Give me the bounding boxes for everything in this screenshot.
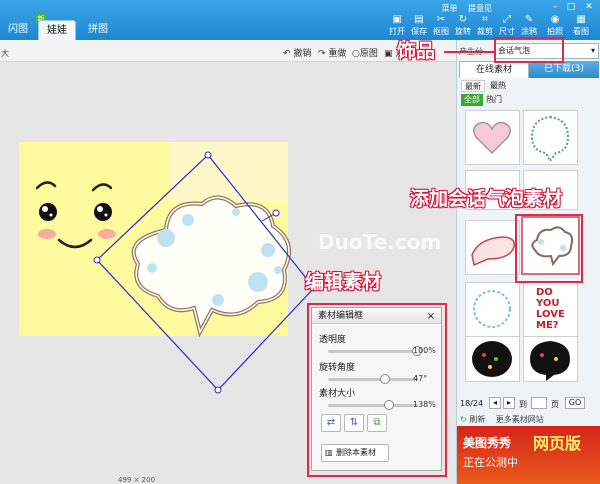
more-sites-link[interactable]: 更多素材网站 <box>496 415 544 424</box>
annotation-accessory: 饰品 <box>397 40 436 62</box>
delete-material-button[interactable]: ▥ 删除本素材 <box>321 444 389 462</box>
page-input[interactable] <box>531 397 547 409</box>
image-size-readout: 499 × 200 <box>118 476 156 484</box>
rotate-handle[interactable] <box>272 209 280 217</box>
round-bubble-icon <box>473 290 511 328</box>
heart-bubble-icon <box>473 121 511 155</box>
flip-horizontal-icon: ⇄ <box>326 417 336 428</box>
sub-latest[interactable]: 最新 <box>461 80 485 92</box>
flip-vertical-button[interactable]: ⇅ <box>344 414 364 432</box>
sub-hot[interactable]: 最热 <box>487 80 509 92</box>
goto-label: 到 <box>519 400 527 409</box>
filter-all[interactable]: 全部 <box>461 94 483 106</box>
refresh-row: ↻ 刷新 更多素材网站 <box>460 414 544 425</box>
material-thumb[interactable] <box>465 336 520 382</box>
next-page-button[interactable]: ▸ <box>503 397 515 409</box>
annotation-connector <box>444 51 494 53</box>
arrow-bubble-icon <box>471 236 515 267</box>
annotation-box-category <box>494 37 564 63</box>
refresh-link[interactable]: 刷新 <box>469 415 485 424</box>
annotation-edit-material: 编辑素材 <box>305 271 382 293</box>
black-bubble-icon <box>530 341 570 381</box>
love-text-sticker: DO YOU LOVE ME? <box>536 287 565 331</box>
size-slider[interactable] <box>328 400 418 410</box>
trash-icon: ▥ <box>325 448 333 457</box>
pagination: 18/24 ◂ ▸ 到 页 GO <box>457 395 600 413</box>
rotate-slider[interactable] <box>328 374 418 384</box>
slider-knob[interactable] <box>380 374 390 384</box>
rotate-value: 47° <box>413 374 428 383</box>
opacity-slider[interactable] <box>328 346 422 356</box>
flip-vertical-icon: ⇅ <box>349 417 359 428</box>
close-icon[interactable]: × <box>427 309 435 325</box>
refresh-icon: ↻ <box>460 415 467 424</box>
opacity-label: 透明度 <box>319 335 347 345</box>
page-indicator: 18/24 <box>460 399 484 408</box>
dialog-title: 素材编辑框 <box>318 311 364 321</box>
size-label: 素材大小 <box>319 389 356 399</box>
chevron-down-icon: ▾ <box>590 46 595 55</box>
tab-online-material[interactable]: 在线素材 <box>459 61 529 78</box>
material-thumb[interactable]: DO YOU LOVE ME? <box>523 282 578 337</box>
page-unit: 页 <box>551 400 559 409</box>
opacity-value: 100% <box>413 346 436 355</box>
flip-horizontal-button[interactable]: ⇄ <box>321 414 341 432</box>
dialog-header: 素材编辑框 × <box>312 308 441 324</box>
resize-handle[interactable] <box>204 151 212 159</box>
resize-handle[interactable] <box>93 256 101 264</box>
material-thumb[interactable] <box>523 336 578 382</box>
material-thumb[interactable] <box>465 110 520 165</box>
resize-handle[interactable] <box>214 386 222 394</box>
prev-page-button[interactable]: ◂ <box>489 397 501 409</box>
slider-knob[interactable] <box>384 400 394 410</box>
annotation-box-material <box>515 214 583 283</box>
dotted-bubble-icon <box>530 115 570 163</box>
material-thumb[interactable] <box>465 282 520 337</box>
go-button[interactable]: GO <box>565 397 585 409</box>
annotation-add-bubble: 添加会话气泡素材 <box>410 188 563 210</box>
material-edit-dialog: 素材编辑框 × 透明度 100% 旋转角度 47° 素材大小 138% ⇄ ⇅ … <box>311 307 442 471</box>
tab-downloaded[interactable]: 已下载(3) <box>529 61 599 78</box>
copy-material-button[interactable]: ⧉ <box>367 414 387 432</box>
web-version-ad[interactable]: 美图秀秀 网页版 正在公测中 <box>457 426 600 484</box>
watermark: DuoTe.com <box>318 230 442 254</box>
material-thumb[interactable] <box>523 110 578 165</box>
rotate-label: 旋转角度 <box>319 363 356 373</box>
black-bubble-icon <box>472 341 512 377</box>
filter-popular[interactable]: 热门 <box>483 94 505 106</box>
copy-icon: ⧉ <box>373 417 381 428</box>
size-value: 138% <box>413 400 436 409</box>
material-thumb[interactable] <box>465 220 520 275</box>
